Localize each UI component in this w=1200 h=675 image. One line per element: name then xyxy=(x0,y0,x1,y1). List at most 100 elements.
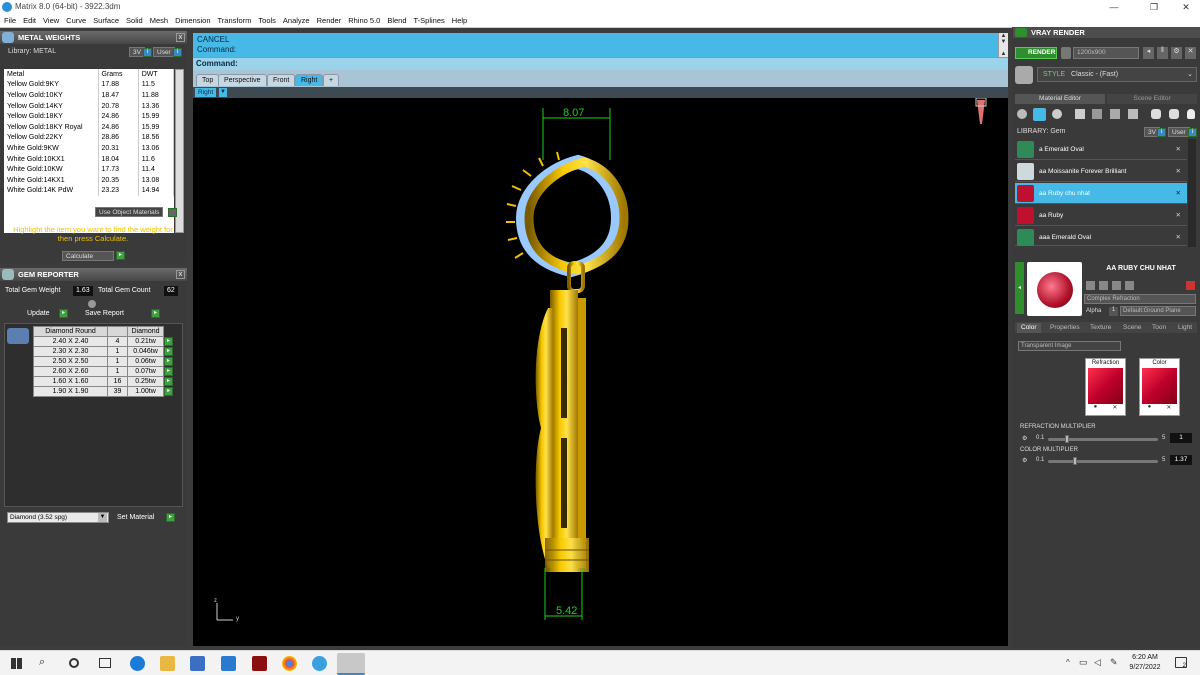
delete-icon[interactable] xyxy=(1186,281,1195,290)
refraction-reset-icon[interactable]: ⚙ xyxy=(1022,435,1027,442)
lock-icon[interactable] xyxy=(1086,281,1095,290)
menu-tsplines[interactable]: T-Splines xyxy=(414,16,445,25)
resolution-field[interactable]: 1200x900 xyxy=(1073,47,1139,59)
gem-go-icon[interactable]: ▸ xyxy=(164,387,174,396)
search-icon[interactable]: ⌕ xyxy=(39,656,45,669)
set-material-button[interactable]: Set Material xyxy=(117,514,154,521)
mail-icon[interactable] xyxy=(221,656,236,671)
menu-solid[interactable]: Solid xyxy=(126,16,143,25)
refresh-icon[interactable] xyxy=(1125,281,1134,290)
grid-icon[interactable] xyxy=(1110,109,1120,119)
refraction-swatch-box[interactable]: Refraction ● ✕ xyxy=(1085,358,1126,416)
prev-icon[interactable]: ◂ xyxy=(1143,47,1154,59)
close-icon[interactable]: ✕ xyxy=(1176,227,1181,248)
menu-file[interactable]: File xyxy=(4,16,16,25)
refraction-value[interactable]: 1 xyxy=(1170,433,1192,443)
close-icon[interactable]: ✕ xyxy=(1172,0,1200,14)
render-button[interactable]: RENDER xyxy=(1015,47,1057,59)
material-item-selected[interactable]: aa Ruby chu nhat ✕ xyxy=(1015,183,1187,204)
chrome-icon[interactable] xyxy=(282,656,297,671)
save-report-go-icon[interactable]: ▸ xyxy=(151,309,160,318)
app-blue-icon[interactable] xyxy=(312,656,327,671)
gem-go-icon[interactable]: ▸ xyxy=(164,367,173,376)
texture-icon[interactable] xyxy=(1075,109,1085,119)
menu-curve[interactable]: Curve xyxy=(66,16,86,25)
expand-left-icon[interactable]: ◂ xyxy=(1015,262,1024,314)
alpha-value[interactable]: 1 xyxy=(1109,307,1118,316)
volume-icon[interactable]: ◁ xyxy=(1094,657,1101,668)
camera-icon[interactable] xyxy=(1061,47,1071,59)
info-icon[interactable]: i xyxy=(1157,128,1166,137)
gem-row[interactable]: 1.90 X 1.90 39 1.00tw ▸ xyxy=(33,386,174,397)
menu-blend[interactable]: Blend xyxy=(387,16,406,25)
material-list-scrollbar[interactable] xyxy=(1188,139,1196,247)
metal-row[interactable]: Yellow Gold:18KY 24.86 15.99 xyxy=(4,111,174,122)
color-slider[interactable] xyxy=(1048,460,1158,463)
refraction-color[interactable] xyxy=(1088,368,1123,404)
gem-row[interactable]: 2.60 X 2.60 1 0.07tw ▸ xyxy=(33,366,174,377)
store-icon[interactable] xyxy=(190,656,205,671)
color-value[interactable]: 1.37 xyxy=(1170,455,1192,465)
chevron-down-icon[interactable]: ▼ xyxy=(98,513,107,522)
tab-scene-editor[interactable]: Scene Editor xyxy=(1107,94,1197,104)
info-icon[interactable]: i xyxy=(173,48,182,57)
update-button[interactable]: Update xyxy=(27,310,50,317)
refraction-slider-handle[interactable] xyxy=(1065,435,1069,443)
pen-icon[interactable]: ✎ xyxy=(1110,657,1118,668)
chevron-up-icon[interactable]: ^ xyxy=(1066,658,1070,667)
gem-row-go[interactable]: ▸ xyxy=(164,357,174,367)
close-icon[interactable]: ✕ xyxy=(1185,47,1196,59)
cortana-icon[interactable] xyxy=(69,658,79,668)
metal-row[interactable]: White Gold:14K PdW 23.23 14.94 xyxy=(4,185,174,197)
paste-icon[interactable] xyxy=(1169,109,1179,119)
metal-row[interactable]: White Gold:9KW 20.31 13.06 xyxy=(4,143,174,154)
menu-edit[interactable]: Edit xyxy=(23,16,36,25)
info-icon[interactable]: i xyxy=(143,48,152,57)
subtab-texture[interactable]: Texture xyxy=(1090,323,1111,333)
gem-row-go[interactable]: ▸ xyxy=(164,337,174,347)
picker-icon[interactable]: ● xyxy=(1094,404,1098,411)
ground-plane-select[interactable]: Default:Ground Plane xyxy=(1120,306,1196,316)
col-metal[interactable]: Metal xyxy=(4,69,99,80)
menu-rhino[interactable]: Rhino 5.0 xyxy=(348,16,380,25)
gem-row-go[interactable]: ▸ xyxy=(164,367,174,377)
metal-row[interactable]: Yellow Gold:10KY 18.47 11.88 xyxy=(4,90,174,101)
tab-perspective[interactable]: Perspective xyxy=(218,74,267,86)
material-item[interactable]: aaa Emerald Oval ✕ xyxy=(1015,227,1187,246)
clear-icon[interactable]: ✕ xyxy=(1166,404,1171,411)
color-reset-icon[interactable]: ⚙ xyxy=(1022,457,1027,464)
gem-row-go[interactable]: ▸ xyxy=(164,377,174,387)
col-grams[interactable]: Grams xyxy=(98,69,139,80)
set-material-go-icon[interactable]: ▸ xyxy=(166,513,175,522)
close-icon[interactable]: ✕ xyxy=(1176,161,1181,182)
subtab-light[interactable]: Light xyxy=(1178,323,1192,333)
color-slider-handle[interactable] xyxy=(1073,457,1077,465)
menu-tools[interactable]: Tools xyxy=(258,16,276,25)
toggle-icon[interactable] xyxy=(168,208,177,217)
viewport-right[interactable]: 8.07 5.42 z y xyxy=(193,97,1008,646)
close-icon[interactable]: ✕ xyxy=(1176,205,1181,226)
gem-icon[interactable] xyxy=(1033,108,1046,121)
metal-row[interactable]: Yellow Gold:9KY 17.88 11.5 xyxy=(4,79,174,91)
metal-row[interactable]: White Gold:10KX1 18.04 11.6 xyxy=(4,153,174,165)
calculate-go-icon[interactable]: ▸ xyxy=(116,251,125,260)
transparent-image-select[interactable]: Transparent Image xyxy=(1018,341,1121,351)
shader-type-select[interactable]: Complex Refraction xyxy=(1084,294,1196,304)
col-dwt[interactable]: DWT xyxy=(138,69,174,80)
info-icon[interactable]: i xyxy=(1188,128,1197,137)
calculate-button[interactable]: Calculate xyxy=(62,251,114,261)
gem-go-icon[interactable]: ▸ xyxy=(164,337,173,346)
gem-go-icon[interactable]: ▸ xyxy=(164,347,173,356)
metal-row[interactable]: Yellow Gold:14KY 20.78 13.36 xyxy=(4,100,174,112)
copy-icon[interactable] xyxy=(1151,109,1161,119)
restore-icon[interactable]: ❐ xyxy=(1140,0,1168,14)
tab-front[interactable]: Front xyxy=(267,74,296,86)
gem-go-icon[interactable]: ▸ xyxy=(164,357,173,366)
metal-row[interactable]: Yellow Gold:18KY Royal 24.86 15.99 xyxy=(4,121,174,133)
lib-user-button[interactable]: User xyxy=(153,47,175,57)
gear-icon[interactable]: ⚙ xyxy=(1171,47,1182,59)
update-go-icon[interactable]: ▸ xyxy=(59,309,68,318)
tab-add[interactable]: + xyxy=(323,74,340,86)
close-icon[interactable]: x xyxy=(176,33,185,42)
picker-icon[interactable]: ● xyxy=(1148,404,1152,411)
